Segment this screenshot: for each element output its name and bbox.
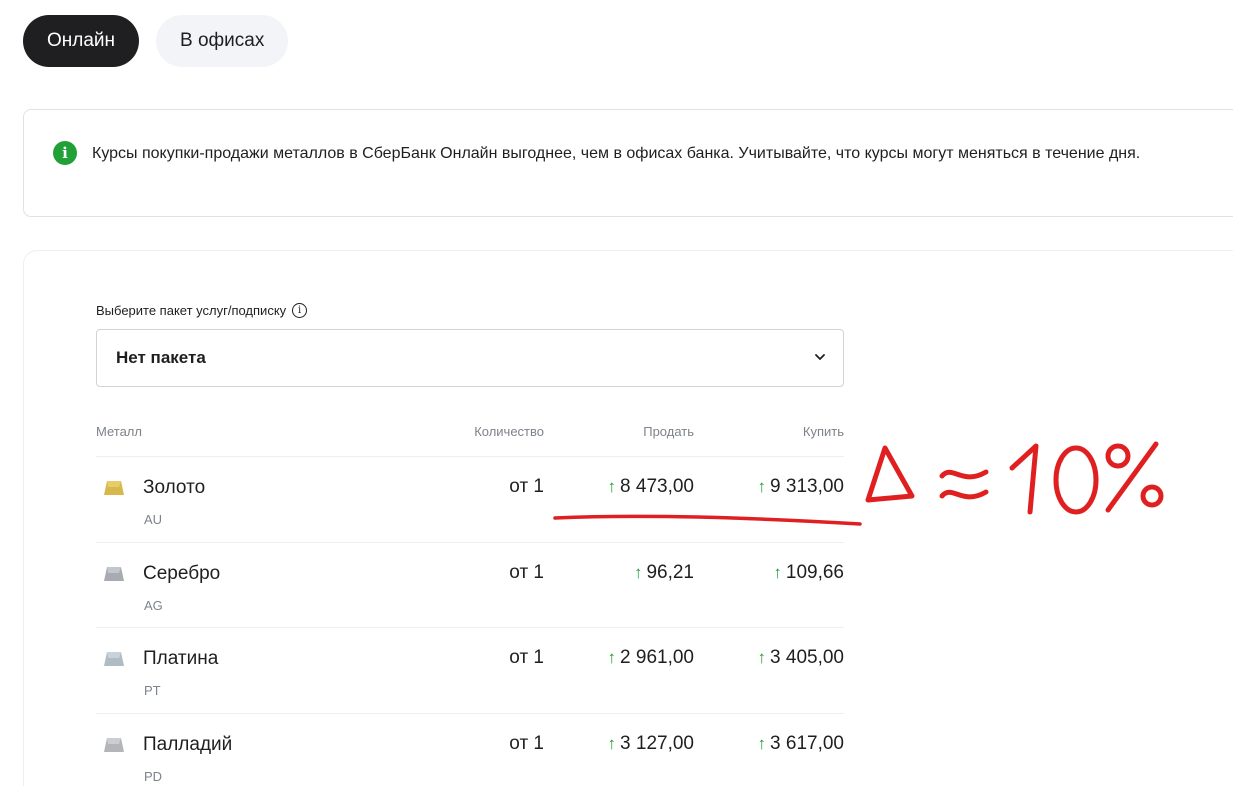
info-text: Курсы покупки-продажи металлов в СберБан…: [92, 145, 1141, 162]
gold-bar-icon: [104, 481, 124, 495]
metal-qty: от 1: [509, 476, 544, 497]
metal-name: Серебро: [143, 563, 221, 584]
sell-value: 96,21: [646, 562, 694, 583]
arrow-up-icon: ↑: [607, 734, 617, 753]
arrow-up-icon: ↑: [607, 477, 617, 496]
arrow-up-icon: ↑: [757, 648, 767, 667]
platinum-bar-icon: [104, 652, 124, 666]
sell-price: ↑ 3 127,00: [608, 733, 694, 755]
metal-code: AU: [144, 512, 163, 527]
buy-value: 9 313,00: [770, 476, 844, 497]
chevron-down-icon: [815, 354, 825, 360]
table-row: Золото AU от 1 ↑ 8 473,00 ↑ 9 313,00: [96, 456, 844, 542]
info-icon: i: [53, 141, 77, 165]
tab-online[interactable]: Онлайн: [23, 15, 140, 67]
arrow-up-icon: ↑: [607, 648, 617, 667]
table-row: Палладий PD от 1 ↑ 3 127,00 ↑ 3 617,00: [96, 713, 844, 786]
buy-value: 109,66: [785, 562, 844, 583]
metal-code: PD: [144, 769, 163, 784]
buy-value: 3 405,00: [770, 647, 844, 668]
info-banner: i Курсы покупки-продажи металлов в СберБ…: [23, 109, 1233, 217]
metal-name: Палладий: [143, 734, 233, 755]
arrow-up-icon: ↑: [633, 563, 643, 582]
sell-price: ↑ 96,21: [634, 562, 694, 584]
package-label-text: Выберите пакет услуг/подписку: [96, 303, 287, 318]
page: Онлайн В офисах i Курсы покупки-продажи …: [0, 0, 1233, 786]
buy-price: ↑ 9 313,00: [758, 476, 844, 498]
table-row: Платина PT от 1 ↑ 2 961,00 ↑ 3 405,00: [96, 627, 844, 713]
table-row: Серебро AG от 1 ↑ 96,21 ↑ 109,66: [96, 542, 844, 628]
buy-price: ↑ 3 617,00: [758, 733, 844, 755]
buy-value: 3 617,00: [770, 733, 844, 754]
silver-bar-icon: [104, 567, 124, 581]
header-sell: Продать: [643, 424, 694, 439]
metal-qty: от 1: [509, 647, 544, 668]
header-metal: Металл: [96, 424, 142, 439]
sell-price: ↑ 8 473,00: [608, 476, 694, 498]
sell-value: 2 961,00: [620, 647, 694, 668]
metal-name: Золото: [143, 477, 206, 498]
metal-code: PT: [144, 683, 161, 698]
arrow-up-icon: ↑: [757, 734, 767, 753]
package-select[interactable]: Нет пакета: [96, 329, 844, 387]
package-select-value: Нет пакета: [116, 348, 206, 367]
sell-value: 3 127,00: [620, 733, 694, 754]
package-label: Выберите пакет услуг/подписку i: [96, 303, 308, 318]
sell-price: ↑ 2 961,00: [608, 647, 694, 669]
sell-value: 8 473,00: [620, 476, 694, 497]
buy-price: ↑ 109,66: [773, 562, 844, 584]
arrow-up-icon: ↑: [757, 477, 767, 496]
arrow-up-icon: ↑: [773, 563, 782, 582]
metal-qty: от 1: [509, 562, 544, 583]
metal-qty: от 1: [509, 733, 544, 754]
buy-price: ↑ 3 405,00: [758, 647, 844, 669]
header-qty: Количество: [474, 424, 544, 439]
table-header: Металл Количество Продать Купить: [96, 424, 844, 440]
palladium-bar-icon: [104, 738, 124, 752]
help-icon[interactable]: i: [292, 303, 308, 318]
header-buy: Купить: [802, 424, 844, 439]
metal-code: AG: [144, 598, 163, 613]
metal-name: Платина: [143, 648, 219, 669]
tab-offices[interactable]: В офисах: [156, 15, 289, 67]
tabs: Онлайн В офисах: [23, 15, 289, 67]
